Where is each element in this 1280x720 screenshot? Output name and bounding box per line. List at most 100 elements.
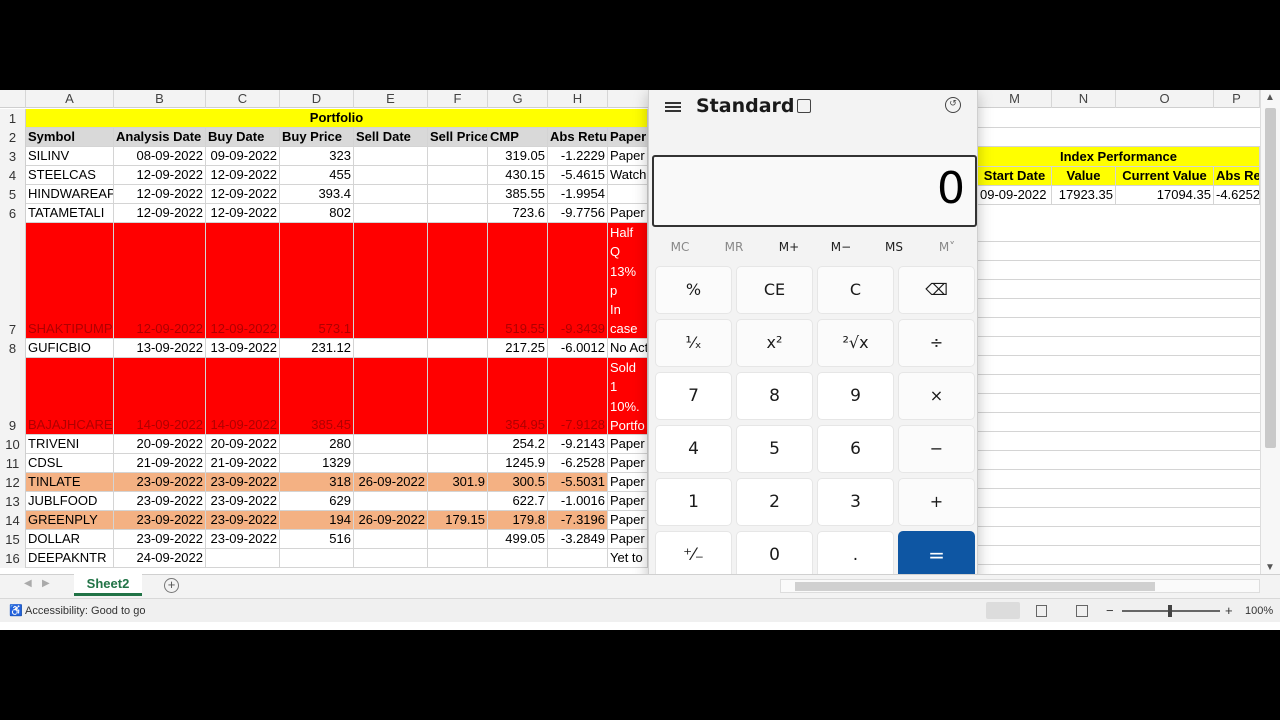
empty-cell[interactable] xyxy=(978,337,1260,356)
page-layout-icon[interactable] xyxy=(1036,605,1047,617)
cell-buy_date[interactable]: 12-09-2022 xyxy=(206,223,280,339)
zoom-slider-thumb[interactable] xyxy=(1168,605,1172,617)
vertical-scroll-thumb[interactable] xyxy=(1265,108,1276,448)
cell-note[interactable]: Watch xyxy=(608,166,648,185)
cell-sell_price[interactable] xyxy=(428,358,488,435)
empty-cell[interactable] xyxy=(978,413,1260,432)
memory-button[interactable]: M+ xyxy=(764,240,814,254)
index-value[interactable]: 17923.35 xyxy=(1052,186,1116,205)
square-root-button[interactable]: ²√x xyxy=(817,319,894,367)
scroll-down-arrow[interactable]: ▼ xyxy=(1265,562,1275,573)
cell-cmp[interactable]: 254.2 xyxy=(488,435,548,454)
accessibility-status[interactable]: Accessibility: Good to go xyxy=(25,605,145,617)
cell-note[interactable]: Paper xyxy=(608,147,648,166)
empty-cell[interactable] xyxy=(978,109,1260,128)
calc-menu-icon[interactable] xyxy=(665,100,681,114)
scroll-up-arrow[interactable]: ▲ xyxy=(1265,92,1275,103)
cell-note[interactable]: Paper xyxy=(608,511,648,530)
cell-sell_date[interactable] xyxy=(354,358,428,435)
cell-note[interactable]: Paper xyxy=(608,530,648,549)
cell-buy_date[interactable]: 12-09-2022 xyxy=(206,204,280,223)
cell-analysis[interactable]: 12-09-2022 xyxy=(114,185,206,204)
empty-cell[interactable] xyxy=(978,356,1260,375)
empty-cell[interactable] xyxy=(978,242,1260,261)
cell-abs[interactable]: -6.0012 xyxy=(548,339,608,358)
col-header-f[interactable]: F xyxy=(428,90,488,108)
index-start-date[interactable]: 09-09-2022 xyxy=(978,186,1052,205)
cell-buy_price[interactable] xyxy=(280,549,354,568)
zoom-level[interactable]: 100% xyxy=(1245,605,1273,617)
cell-sell_price[interactable] xyxy=(428,454,488,473)
digit-0-button[interactable]: 0 xyxy=(736,531,813,579)
cell-symbol[interactable]: TINLATE xyxy=(26,473,114,492)
row-header[interactable]: 9 xyxy=(0,358,26,435)
cell-buy_date[interactable]: 21-09-2022 xyxy=(206,454,280,473)
cell-note[interactable]: Paper xyxy=(608,204,648,223)
cell-analysis[interactable]: 23-09-2022 xyxy=(114,473,206,492)
memory-button[interactable]: M˅ xyxy=(922,240,972,254)
cell-sell_date[interactable] xyxy=(354,166,428,185)
cell-abs[interactable]: -7.3196 xyxy=(548,511,608,530)
clear-button[interactable]: C xyxy=(817,266,894,314)
cell-symbol[interactable]: GUFICBIO xyxy=(26,339,114,358)
cell-analysis[interactable]: 13-09-2022 xyxy=(114,339,206,358)
memory-button[interactable]: M− xyxy=(816,240,866,254)
empty-cell[interactable] xyxy=(978,394,1260,413)
page-break-icon[interactable] xyxy=(1076,605,1088,617)
cell-buy_date[interactable]: 23-09-2022 xyxy=(206,530,280,549)
digit-7-button[interactable]: 7 xyxy=(655,372,732,420)
cell-buy_price[interactable]: 231.12 xyxy=(280,339,354,358)
keep-on-top-icon[interactable] xyxy=(797,99,811,113)
cell-sell_price[interactable] xyxy=(428,530,488,549)
cell-buy_price[interactable]: 629 xyxy=(280,492,354,511)
equals-button[interactable]: = xyxy=(898,531,975,579)
empty-cell[interactable] xyxy=(978,470,1260,489)
index-header-abs-return[interactable]: Abs Re xyxy=(1214,167,1260,186)
col-header-m[interactable]: M xyxy=(978,90,1052,108)
cell-buy_date[interactable]: 14-09-2022 xyxy=(206,358,280,435)
row-header[interactable]: 14 xyxy=(0,511,26,530)
digit-5-button[interactable]: 5 xyxy=(736,425,813,473)
accessibility-icon[interactable]: ♿ xyxy=(9,604,23,617)
cell-buy_date[interactable] xyxy=(206,549,280,568)
empty-cell[interactable] xyxy=(978,546,1260,565)
row-header[interactable]: 10 xyxy=(0,435,26,454)
cell-buy_date[interactable]: 23-09-2022 xyxy=(206,492,280,511)
cell-abs[interactable]: -9.7756 xyxy=(548,204,608,223)
cell-cmp[interactable]: 1245.9 xyxy=(488,454,548,473)
col-header-a[interactable]: A xyxy=(26,90,114,108)
cell-buy_price[interactable]: 385.45 xyxy=(280,358,354,435)
cell-cmp[interactable]: 519.55 xyxy=(488,223,548,339)
cell-buy_date[interactable]: 13-09-2022 xyxy=(206,339,280,358)
index-abs-return[interactable]: -4.6252 xyxy=(1214,186,1260,205)
cell-abs[interactable]: -9.2143 xyxy=(548,435,608,454)
cell-sell_price[interactable] xyxy=(428,492,488,511)
cell-buy_price[interactable]: 802 xyxy=(280,204,354,223)
cell-analysis[interactable]: 14-09-2022 xyxy=(114,358,206,435)
col-header-h[interactable]: H xyxy=(548,90,608,108)
row-header[interactable]: 1 xyxy=(0,109,26,128)
row-header[interactable]: 12 xyxy=(0,473,26,492)
memory-button[interactable]: MS xyxy=(869,240,919,254)
cell-sell_price[interactable] xyxy=(428,223,488,339)
cell-sell_date[interactable]: 26-09-2022 xyxy=(354,473,428,492)
cell-cmp[interactable]: 179.8 xyxy=(488,511,548,530)
cell-cmp[interactable]: 385.55 xyxy=(488,185,548,204)
cell-analysis[interactable]: 12-09-2022 xyxy=(114,204,206,223)
cell-abs[interactable]: -6.2528 xyxy=(548,454,608,473)
column-title[interactable]: CMP xyxy=(488,128,548,147)
cell-buy_price[interactable]: 573.1 xyxy=(280,223,354,339)
cell-cmp[interactable]: 430.15 xyxy=(488,166,548,185)
col-header-g[interactable]: G xyxy=(488,90,548,108)
cell-buy_price[interactable]: 516 xyxy=(280,530,354,549)
cell-abs[interactable]: -1.9954 xyxy=(548,185,608,204)
column-title[interactable]: Buy Date xyxy=(206,128,280,147)
cell-buy_date[interactable]: 12-09-2022 xyxy=(206,185,280,204)
cell-analysis[interactable]: 23-09-2022 xyxy=(114,511,206,530)
cell-cmp[interactable] xyxy=(488,549,548,568)
cell-abs[interactable]: -1.0016 xyxy=(548,492,608,511)
decimal-button[interactable]: . xyxy=(817,531,894,579)
cell-cmp[interactable]: 354.95 xyxy=(488,358,548,435)
cell-sell_date[interactable] xyxy=(354,204,428,223)
cell-sell_date[interactable]: 26-09-2022 xyxy=(354,511,428,530)
